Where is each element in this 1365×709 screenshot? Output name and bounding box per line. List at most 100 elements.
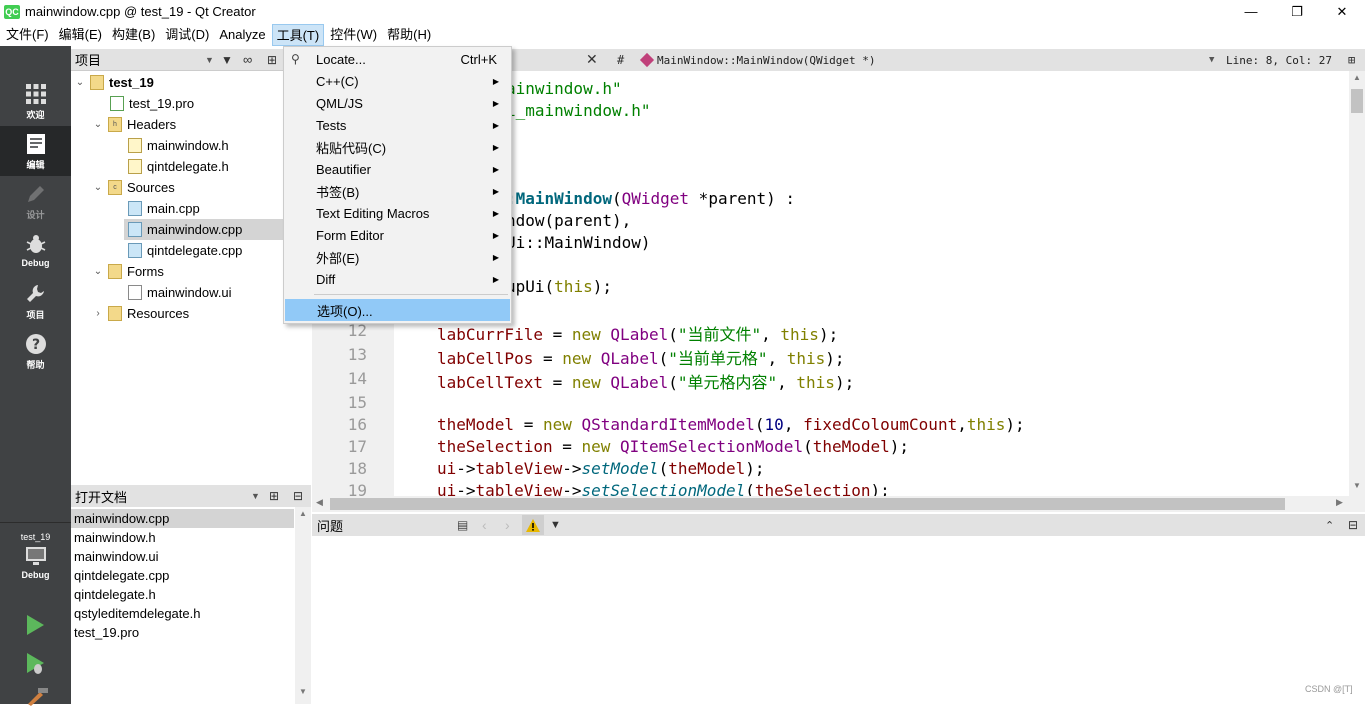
code-line[interactable]: labCurrFile = new QLabel("当前文件", this); — [437, 321, 838, 345]
open-docs-scrollbar[interactable]: ▲ ▼ — [295, 507, 311, 704]
scroll-up-icon[interactable]: ▲ — [1353, 73, 1361, 82]
close-editor-icon[interactable]: ✕ — [586, 52, 598, 68]
run-button[interactable] — [22, 612, 48, 638]
code-line[interactable]: upUi(this); — [506, 277, 612, 296]
chevron-down-icon[interactable]: ⌄ — [92, 182, 104, 193]
scroll-down-icon[interactable]: ▼ — [299, 687, 307, 696]
open-doc-item[interactable]: qintdelegate.h — [71, 585, 294, 604]
menu-item-bookmarks[interactable]: 书签(B) ▶ — [284, 180, 511, 202]
open-doc-item[interactable]: mainwindow.h — [71, 528, 294, 547]
menu-file[interactable]: 文件(F) — [2, 24, 53, 46]
tree-item-qintdelegate-h[interactable]: qintdelegate.h — [124, 156, 229, 177]
chevron-down-icon[interactable]: ▼ — [1209, 55, 1214, 65]
kit-selector[interactable]: test_19 Debug — [0, 528, 71, 588]
build-button[interactable] — [24, 686, 50, 706]
next-issue-icon[interactable]: › — [505, 517, 510, 533]
close-pane-icon[interactable]: ⊟ — [1348, 518, 1358, 532]
code-line[interactable]: ndow(parent), — [506, 211, 631, 230]
open-doc-item[interactable]: qstyleditemdelegate.h — [71, 604, 294, 623]
warning-filter-button[interactable] — [522, 515, 544, 535]
menu-item-diff[interactable]: Diff ▶ — [284, 268, 511, 290]
restore-button[interactable]: ❐ — [1274, 0, 1320, 23]
mode-edit[interactable]: 编辑 — [0, 126, 71, 176]
menu-item-beautifier[interactable]: Beautifier ▶ — [284, 158, 511, 180]
menu-build[interactable]: 构建(B) — [108, 24, 159, 46]
menu-item-form-editor[interactable]: Form Editor ▶ — [284, 224, 511, 246]
open-doc-item[interactable]: mainwindow.ui — [71, 547, 294, 566]
cursor-position[interactable]: Line: 8, Col: 27 — [1226, 54, 1332, 67]
code-line[interactable]: :MainWindow(QWidget *parent) : — [506, 189, 795, 208]
minimize-button[interactable]: — — [1228, 0, 1274, 23]
code-line[interactable]: ainwindow.h" — [506, 79, 622, 98]
menu-item-paste-code[interactable]: 粘贴代码(C) ▶ — [284, 136, 511, 158]
chevron-down-icon[interactable]: ⌄ — [92, 119, 104, 130]
code-line[interactable]: theModel = new QStandardItemModel(10, fi… — [437, 415, 1025, 434]
split-icon[interactable]: ⊞ — [267, 53, 277, 67]
mode-projects[interactable]: 项目 — [0, 276, 71, 326]
code-line[interactable]: Ui::MainWindow) — [506, 233, 651, 252]
mode-help[interactable]: ? 帮助 — [0, 326, 71, 376]
menu-item-cpp[interactable]: C++(C) ▶ — [284, 70, 511, 92]
open-doc-item[interactable]: qintdelegate.cpp — [71, 566, 294, 585]
code-line[interactable]: ui->tableView->setSelectionModel(theSele… — [437, 481, 890, 496]
code-line[interactable]: ui->tableView->setModel(theModel); — [437, 459, 765, 478]
editor-vscrollbar[interactable]: ▲ ▼ — [1349, 71, 1365, 496]
code-line[interactable]: i_mainwindow.h" — [506, 101, 651, 120]
scroll-thumb[interactable] — [1351, 89, 1363, 113]
symbol-selector[interactable]: MainWindow::MainWindow(QWidget *) — [657, 54, 876, 67]
split-icon[interactable]: ⊞ — [269, 489, 279, 503]
mode-welcome[interactable]: 欢迎 — [0, 76, 71, 126]
menu-item-external[interactable]: 外部(E) ▶ — [284, 246, 511, 268]
prev-issue-icon[interactable]: ‹ — [482, 517, 487, 533]
menu-item-locate[interactable]: ⚲ Locate... Ctrl+K — [284, 48, 511, 70]
close-button[interactable]: ✕ — [1319, 0, 1365, 23]
code-line[interactable]: labCellText = new QLabel("单元格内容", this); — [437, 369, 854, 393]
scroll-left-icon[interactable]: ◀ — [316, 497, 323, 508]
menu-tools[interactable]: 工具(T) — [271, 23, 325, 46]
tree-item-sources[interactable]: ⌄ c Sources — [92, 177, 175, 198]
menu-help[interactable]: 帮助(H) — [383, 24, 435, 46]
menu-item-qmljs[interactable]: QML/JS ▶ — [284, 92, 511, 114]
mode-design[interactable]: 设计 — [0, 176, 71, 226]
mode-debug[interactable]: Debug — [0, 226, 71, 276]
chevron-down-icon[interactable]: ⌄ — [92, 266, 104, 277]
split-icon[interactable]: ⊞ — [1348, 53, 1355, 67]
menu-edit[interactable]: 编辑(E) — [55, 24, 106, 46]
menu-controls[interactable]: 控件(W) — [326, 24, 381, 46]
debug-run-button[interactable] — [22, 650, 48, 676]
chevron-down-icon[interactable]: ▼ — [251, 491, 260, 501]
code-line[interactable]: labCellPos = new QLabel("当前单元格", this); — [437, 345, 845, 369]
tree-item-headers[interactable]: ⌄ h Headers — [92, 114, 176, 135]
build-issues-icon[interactable]: ▤ — [457, 518, 468, 532]
open-doc-item[interactable]: test_19.pro — [71, 623, 294, 642]
include-hash[interactable]: # — [617, 53, 624, 67]
code-line[interactable]: theSelection = new QItemSelectionModel(t… — [437, 437, 909, 456]
tree-item-test19[interactable]: ⌄ test_19 — [74, 72, 154, 93]
link-icon[interactable]: ∞ — [243, 52, 252, 67]
chevron-up-icon[interactable]: ⌃ — [1325, 519, 1334, 532]
editor-hscrollbar[interactable]: ◀ ▶ — [312, 496, 1365, 512]
tree-item-main-cpp[interactable]: main.cpp — [124, 198, 200, 219]
chevron-down-icon[interactable]: ⌄ — [74, 77, 86, 88]
tree-item-mainwindow-h[interactable]: mainwindow.h — [124, 135, 229, 156]
menu-item-tests[interactable]: Tests ▶ — [284, 114, 511, 136]
tree-item-mainwindow-ui[interactable]: mainwindow.ui — [124, 282, 232, 303]
menu-debug[interactable]: 调试(D) — [161, 24, 213, 46]
tree-item-mainwindow-cpp[interactable]: mainwindow.cpp — [124, 219, 284, 240]
filter-icon[interactable]: ▼ — [221, 53, 233, 67]
menu-item-text-editing-macros[interactable]: Text Editing Macros ▶ — [284, 202, 511, 224]
open-doc-item[interactable]: mainwindow.cpp — [71, 509, 294, 528]
tree-item-forms[interactable]: ⌄ Forms — [92, 261, 164, 282]
chevron-right-icon[interactable]: › — [92, 308, 104, 319]
tree-item-resources[interactable]: › Resources — [92, 303, 189, 324]
scroll-right-icon[interactable]: ▶ — [1336, 497, 1343, 508]
menu-analyze[interactable]: Analyze — [215, 24, 269, 46]
menu-item-options[interactable]: 选项(O)... — [285, 299, 510, 321]
scroll-up-icon[interactable]: ▲ — [299, 509, 307, 518]
scroll-down-icon[interactable]: ▼ — [1353, 481, 1361, 490]
chevron-down-icon[interactable]: ▼ — [205, 55, 214, 65]
close-pane-icon[interactable]: ⊟ — [293, 489, 303, 503]
tree-item-qintdelegate-cpp[interactable]: qintdelegate.cpp — [124, 240, 242, 261]
filter-icon[interactable]: ▼ — [550, 519, 561, 531]
scroll-thumb[interactable] — [330, 498, 1285, 510]
